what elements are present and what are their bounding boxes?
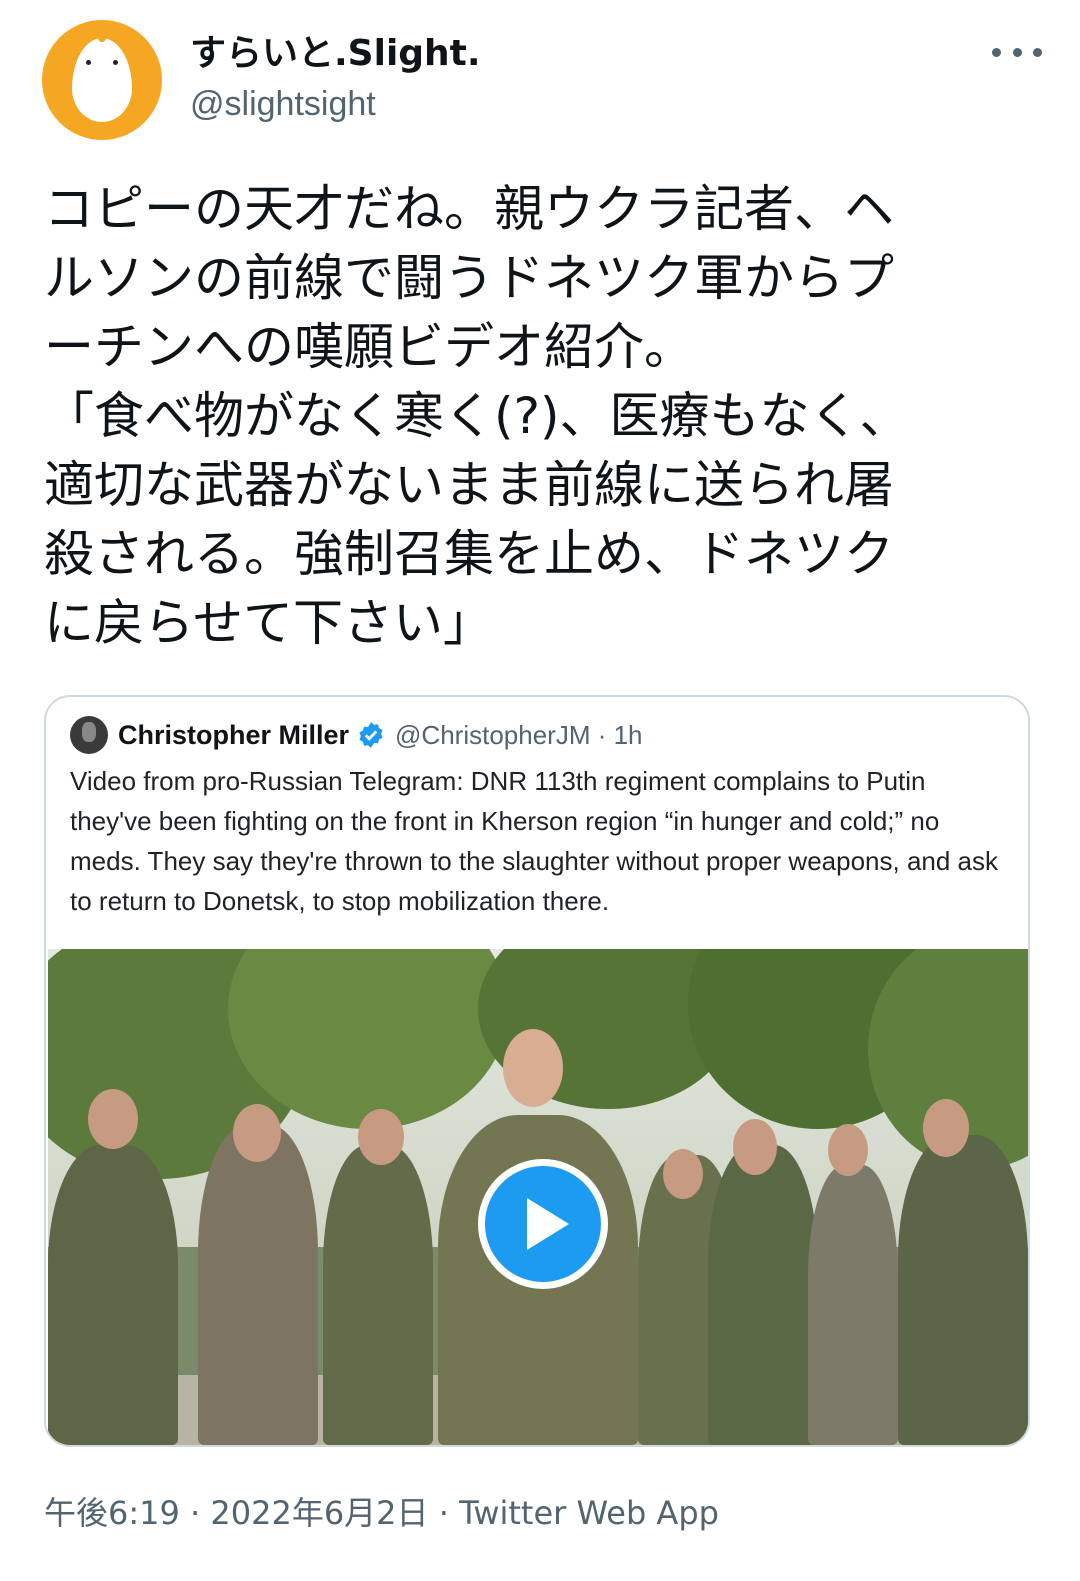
source-app-link[interactable]: Twitter Web App xyxy=(459,1494,719,1532)
quoted-author-name: Christopher Miller xyxy=(118,719,350,750)
more-icon[interactable] xyxy=(992,40,1042,64)
video-thumbnail[interactable] xyxy=(48,949,1028,1445)
tweet-header: すらいと.Slight. @slightsight xyxy=(42,20,1042,145)
quoted-tweet[interactable]: Christopher Miller @ChristopherJM · 1h V… xyxy=(44,695,1030,1447)
tweet-meta: 午後6:19 · 2022年6月2日 · Twitter Web App xyxy=(44,1488,719,1534)
meta-separator: · xyxy=(428,1494,460,1532)
egg-avatar-icon xyxy=(72,34,132,122)
verified-icon xyxy=(359,722,383,748)
play-icon[interactable] xyxy=(478,1159,608,1289)
quoted-handle-time: @ChristopherJM · 1h xyxy=(395,719,643,750)
author-block: すらいと.Slight. @slightsight xyxy=(190,34,481,124)
quoted-header: Christopher Miller @ChristopherJM · 1h xyxy=(70,715,643,755)
display-name[interactable]: すらいと.Slight. xyxy=(190,34,481,74)
avatar[interactable] xyxy=(42,20,162,140)
user-handle[interactable]: @slightsight xyxy=(190,84,481,124)
quoted-avatar xyxy=(70,716,108,754)
timestamp[interactable]: 午後6:19 · 2022年6月2日 xyxy=(44,1494,429,1532)
quoted-text: Video from pro-Russian Telegram: DNR 113… xyxy=(70,766,999,916)
tweet-text: コピーの天才だね。親ウクラ記者、ヘ ルソンの前線で闘うドネツク軍からプ ーチンへ… xyxy=(44,180,910,652)
